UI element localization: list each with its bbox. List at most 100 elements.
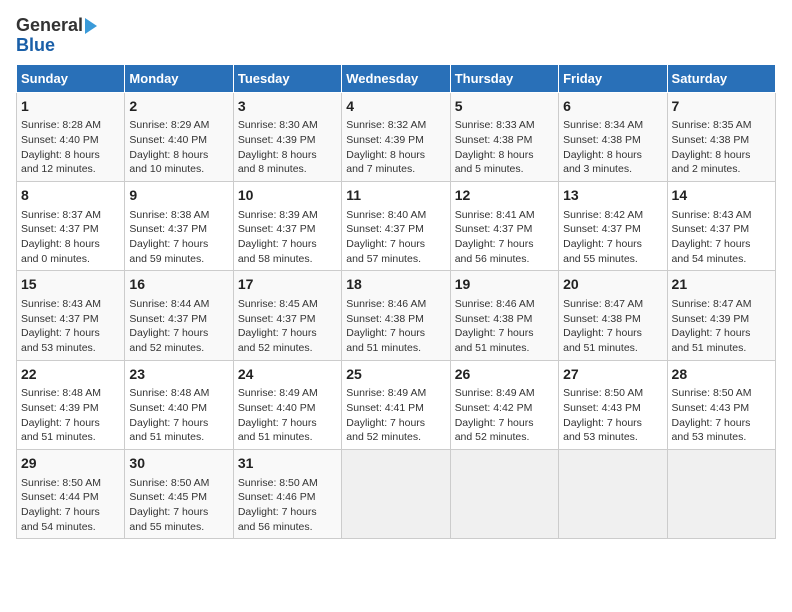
day-cell: 2Sunrise: 8:29 AM Sunset: 4:40 PM Daylig…	[125, 92, 233, 181]
col-header-friday: Friday	[559, 64, 667, 92]
day-info: Sunrise: 8:43 AM Sunset: 4:37 PM Dayligh…	[672, 208, 771, 267]
day-cell: 18Sunrise: 8:46 AM Sunset: 4:38 PM Dayli…	[342, 271, 450, 360]
day-cell: 11Sunrise: 8:40 AM Sunset: 4:37 PM Dayli…	[342, 181, 450, 270]
day-number: 23	[129, 365, 228, 385]
day-cell: 22Sunrise: 8:48 AM Sunset: 4:39 PM Dayli…	[17, 360, 125, 449]
day-number: 13	[563, 186, 662, 206]
day-cell: 21Sunrise: 8:47 AM Sunset: 4:39 PM Dayli…	[667, 271, 775, 360]
day-info: Sunrise: 8:30 AM Sunset: 4:39 PM Dayligh…	[238, 118, 337, 177]
day-number: 25	[346, 365, 445, 385]
day-info: Sunrise: 8:34 AM Sunset: 4:38 PM Dayligh…	[563, 118, 662, 177]
day-cell: 25Sunrise: 8:49 AM Sunset: 4:41 PM Dayli…	[342, 360, 450, 449]
day-info: Sunrise: 8:50 AM Sunset: 4:46 PM Dayligh…	[238, 476, 337, 535]
day-number: 3	[238, 97, 337, 117]
day-number: 8	[21, 186, 120, 206]
day-cell: 20Sunrise: 8:47 AM Sunset: 4:38 PM Dayli…	[559, 271, 667, 360]
day-info: Sunrise: 8:40 AM Sunset: 4:37 PM Dayligh…	[346, 208, 445, 267]
week-row-3: 15Sunrise: 8:43 AM Sunset: 4:37 PM Dayli…	[17, 271, 776, 360]
day-number: 6	[563, 97, 662, 117]
calendar-table: SundayMondayTuesdayWednesdayThursdayFrid…	[16, 64, 776, 540]
day-cell	[342, 449, 450, 538]
day-number: 22	[21, 365, 120, 385]
day-number: 12	[455, 186, 554, 206]
day-number: 21	[672, 275, 771, 295]
day-info: Sunrise: 8:45 AM Sunset: 4:37 PM Dayligh…	[238, 297, 337, 356]
day-info: Sunrise: 8:37 AM Sunset: 4:37 PM Dayligh…	[21, 208, 120, 267]
day-cell: 29Sunrise: 8:50 AM Sunset: 4:44 PM Dayli…	[17, 449, 125, 538]
header-row: SundayMondayTuesdayWednesdayThursdayFrid…	[17, 64, 776, 92]
day-cell: 31Sunrise: 8:50 AM Sunset: 4:46 PM Dayli…	[233, 449, 341, 538]
day-info: Sunrise: 8:41 AM Sunset: 4:37 PM Dayligh…	[455, 208, 554, 267]
day-number: 19	[455, 275, 554, 295]
week-row-5: 29Sunrise: 8:50 AM Sunset: 4:44 PM Dayli…	[17, 449, 776, 538]
day-cell: 27Sunrise: 8:50 AM Sunset: 4:43 PM Dayli…	[559, 360, 667, 449]
day-cell: 17Sunrise: 8:45 AM Sunset: 4:37 PM Dayli…	[233, 271, 341, 360]
week-row-1: 1Sunrise: 8:28 AM Sunset: 4:40 PM Daylig…	[17, 92, 776, 181]
day-number: 26	[455, 365, 554, 385]
logo-text-blue: Blue	[16, 36, 55, 56]
day-number: 9	[129, 186, 228, 206]
day-info: Sunrise: 8:50 AM Sunset: 4:45 PM Dayligh…	[129, 476, 228, 535]
day-number: 1	[21, 97, 120, 117]
day-cell: 26Sunrise: 8:49 AM Sunset: 4:42 PM Dayli…	[450, 360, 558, 449]
day-cell: 5Sunrise: 8:33 AM Sunset: 4:38 PM Daylig…	[450, 92, 558, 181]
day-number: 16	[129, 275, 228, 295]
day-info: Sunrise: 8:49 AM Sunset: 4:41 PM Dayligh…	[346, 386, 445, 445]
day-number: 28	[672, 365, 771, 385]
day-number: 11	[346, 186, 445, 206]
day-info: Sunrise: 8:44 AM Sunset: 4:37 PM Dayligh…	[129, 297, 228, 356]
day-info: Sunrise: 8:48 AM Sunset: 4:40 PM Dayligh…	[129, 386, 228, 445]
day-info: Sunrise: 8:38 AM Sunset: 4:37 PM Dayligh…	[129, 208, 228, 267]
col-header-monday: Monday	[125, 64, 233, 92]
day-cell: 28Sunrise: 8:50 AM Sunset: 4:43 PM Dayli…	[667, 360, 775, 449]
day-number: 7	[672, 97, 771, 117]
day-cell: 12Sunrise: 8:41 AM Sunset: 4:37 PM Dayli…	[450, 181, 558, 270]
day-info: Sunrise: 8:50 AM Sunset: 4:44 PM Dayligh…	[21, 476, 120, 535]
day-number: 27	[563, 365, 662, 385]
day-info: Sunrise: 8:50 AM Sunset: 4:43 PM Dayligh…	[672, 386, 771, 445]
col-header-saturday: Saturday	[667, 64, 775, 92]
day-cell: 8Sunrise: 8:37 AM Sunset: 4:37 PM Daylig…	[17, 181, 125, 270]
day-cell: 14Sunrise: 8:43 AM Sunset: 4:37 PM Dayli…	[667, 181, 775, 270]
day-info: Sunrise: 8:28 AM Sunset: 4:40 PM Dayligh…	[21, 118, 120, 177]
day-cell: 13Sunrise: 8:42 AM Sunset: 4:37 PM Dayli…	[559, 181, 667, 270]
day-cell: 4Sunrise: 8:32 AM Sunset: 4:39 PM Daylig…	[342, 92, 450, 181]
header: General Blue	[16, 16, 776, 56]
day-number: 5	[455, 97, 554, 117]
day-number: 17	[238, 275, 337, 295]
col-header-wednesday: Wednesday	[342, 64, 450, 92]
day-info: Sunrise: 8:43 AM Sunset: 4:37 PM Dayligh…	[21, 297, 120, 356]
col-header-thursday: Thursday	[450, 64, 558, 92]
day-number: 14	[672, 186, 771, 206]
col-header-sunday: Sunday	[17, 64, 125, 92]
day-info: Sunrise: 8:48 AM Sunset: 4:39 PM Dayligh…	[21, 386, 120, 445]
day-cell: 23Sunrise: 8:48 AM Sunset: 4:40 PM Dayli…	[125, 360, 233, 449]
week-row-2: 8Sunrise: 8:37 AM Sunset: 4:37 PM Daylig…	[17, 181, 776, 270]
day-cell	[559, 449, 667, 538]
day-number: 24	[238, 365, 337, 385]
day-cell: 10Sunrise: 8:39 AM Sunset: 4:37 PM Dayli…	[233, 181, 341, 270]
day-cell: 16Sunrise: 8:44 AM Sunset: 4:37 PM Dayli…	[125, 271, 233, 360]
day-cell: 1Sunrise: 8:28 AM Sunset: 4:40 PM Daylig…	[17, 92, 125, 181]
day-cell: 7Sunrise: 8:35 AM Sunset: 4:38 PM Daylig…	[667, 92, 775, 181]
day-info: Sunrise: 8:47 AM Sunset: 4:39 PM Dayligh…	[672, 297, 771, 356]
day-cell: 9Sunrise: 8:38 AM Sunset: 4:37 PM Daylig…	[125, 181, 233, 270]
day-info: Sunrise: 8:49 AM Sunset: 4:42 PM Dayligh…	[455, 386, 554, 445]
day-cell: 15Sunrise: 8:43 AM Sunset: 4:37 PM Dayli…	[17, 271, 125, 360]
day-cell: 24Sunrise: 8:49 AM Sunset: 4:40 PM Dayli…	[233, 360, 341, 449]
day-info: Sunrise: 8:46 AM Sunset: 4:38 PM Dayligh…	[346, 297, 445, 356]
day-cell: 19Sunrise: 8:46 AM Sunset: 4:38 PM Dayli…	[450, 271, 558, 360]
day-number: 31	[238, 454, 337, 474]
day-number: 29	[21, 454, 120, 474]
day-number: 15	[21, 275, 120, 295]
day-number: 18	[346, 275, 445, 295]
day-info: Sunrise: 8:50 AM Sunset: 4:43 PM Dayligh…	[563, 386, 662, 445]
week-row-4: 22Sunrise: 8:48 AM Sunset: 4:39 PM Dayli…	[17, 360, 776, 449]
day-number: 10	[238, 186, 337, 206]
day-cell	[450, 449, 558, 538]
day-cell	[667, 449, 775, 538]
day-info: Sunrise: 8:32 AM Sunset: 4:39 PM Dayligh…	[346, 118, 445, 177]
day-info: Sunrise: 8:35 AM Sunset: 4:38 PM Dayligh…	[672, 118, 771, 177]
day-info: Sunrise: 8:47 AM Sunset: 4:38 PM Dayligh…	[563, 297, 662, 356]
day-cell: 3Sunrise: 8:30 AM Sunset: 4:39 PM Daylig…	[233, 92, 341, 181]
